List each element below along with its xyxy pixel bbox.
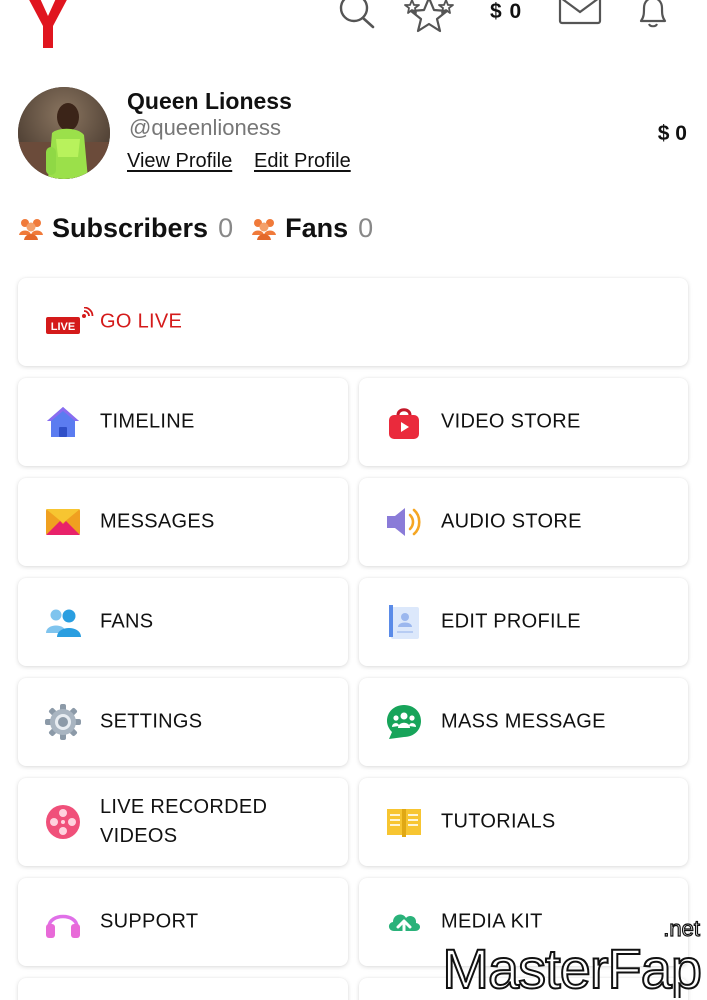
- menu-item-label: VIDEO STORE: [441, 410, 581, 433]
- profile-card-icon: [385, 603, 423, 641]
- live-badge-icon: LIVE: [44, 303, 98, 341]
- brand-logo[interactable]: [24, 0, 72, 48]
- headphones-icon: [44, 903, 82, 941]
- menu-item-label: MESSAGES: [100, 510, 215, 533]
- fans-label: Fans: [285, 212, 349, 243]
- menu-item-label: MASS MESSAGE: [441, 710, 606, 733]
- speaker-icon: [385, 503, 423, 541]
- subscribers-value: 0: [218, 212, 234, 243]
- menu-item-tutorials[interactable]: TUTORIALS: [359, 778, 688, 866]
- profile-name: Queen Lioness: [127, 88, 292, 114]
- go-live-button[interactable]: LIVE GO LIVE: [18, 278, 688, 366]
- menu-item-mass-message[interactable]: MASS MESSAGE: [359, 678, 688, 766]
- home-icon: [44, 403, 82, 441]
- menu-item-messages[interactable]: MESSAGES: [18, 478, 348, 566]
- menu-item-label: FANS: [100, 610, 154, 633]
- group-chat-icon: [385, 703, 423, 741]
- edit-profile-link[interactable]: Edit Profile: [254, 150, 351, 173]
- watermark-text: MasterFap: [442, 937, 701, 998]
- menu-item-label: EDIT PROFILE: [441, 610, 581, 633]
- book-icon: [385, 803, 423, 841]
- view-profile-link[interactable]: View Profile: [127, 150, 232, 173]
- profile-handle: @queenlioness: [129, 115, 281, 140]
- menu-item-edit-profile[interactable]: EDIT PROFILE: [359, 578, 688, 666]
- menu-item-video-store[interactable]: VIDEO STORE: [359, 378, 688, 466]
- menu-item-label: LIVE RECORDED VIDEOS: [100, 796, 268, 847]
- group-icon: [252, 219, 277, 240]
- gear-icon: [44, 703, 82, 741]
- menu-item-audio-store[interactable]: AUDIO STORE: [359, 478, 688, 566]
- fans-counter[interactable]: Fans 0: [251, 213, 373, 244]
- go-live-label: GO LIVE: [100, 310, 183, 333]
- subscribers-label: Subscribers: [52, 212, 209, 243]
- film-reel-icon: [44, 803, 82, 841]
- profile-balance: $ 0: [657, 122, 687, 145]
- bell-icon[interactable]: [636, 0, 670, 30]
- menu-item-label: TUTORIALS: [441, 810, 556, 833]
- menu-item-settings[interactable]: SETTINGS: [18, 678, 348, 766]
- menu-item-live-recorded-videos[interactable]: LIVE RECORDED VIDEOS: [18, 778, 348, 866]
- menu-item-label: SUPPORT: [100, 910, 199, 933]
- menu-item-label: AUDIO STORE: [441, 510, 582, 533]
- search-icon[interactable]: [338, 0, 376, 32]
- menu-item-partial[interactable]: [18, 978, 348, 1000]
- watermark-logo: .net MasterFap: [441, 918, 703, 998]
- group-icon: [19, 219, 43, 240]
- fans-value: 0: [358, 212, 374, 243]
- subscribers-counter[interactable]: Subscribers 0: [18, 213, 233, 244]
- menu-item-timeline[interactable]: TIMELINE: [18, 378, 348, 466]
- stars-icon[interactable]: [402, 0, 456, 34]
- envelope-icon[interactable]: [558, 0, 602, 26]
- header-balance[interactable]: $ 0: [490, 0, 522, 24]
- menu-item-label: TIMELINE: [100, 410, 195, 433]
- counters-row: Subscribers 0 Fans 0: [18, 210, 391, 246]
- menu-item-label: SETTINGS: [100, 710, 203, 733]
- menu-item-fans[interactable]: FANS: [18, 578, 348, 666]
- top-bar: $ 0: [0, 0, 707, 50]
- live-badge-text: LIVE: [51, 321, 75, 333]
- menu-item-support[interactable]: SUPPORT: [18, 878, 348, 966]
- shopping-bag-icon: [385, 403, 423, 441]
- users-icon: [44, 603, 82, 641]
- avatar[interactable]: [18, 87, 110, 179]
- envelope-icon: [44, 503, 82, 541]
